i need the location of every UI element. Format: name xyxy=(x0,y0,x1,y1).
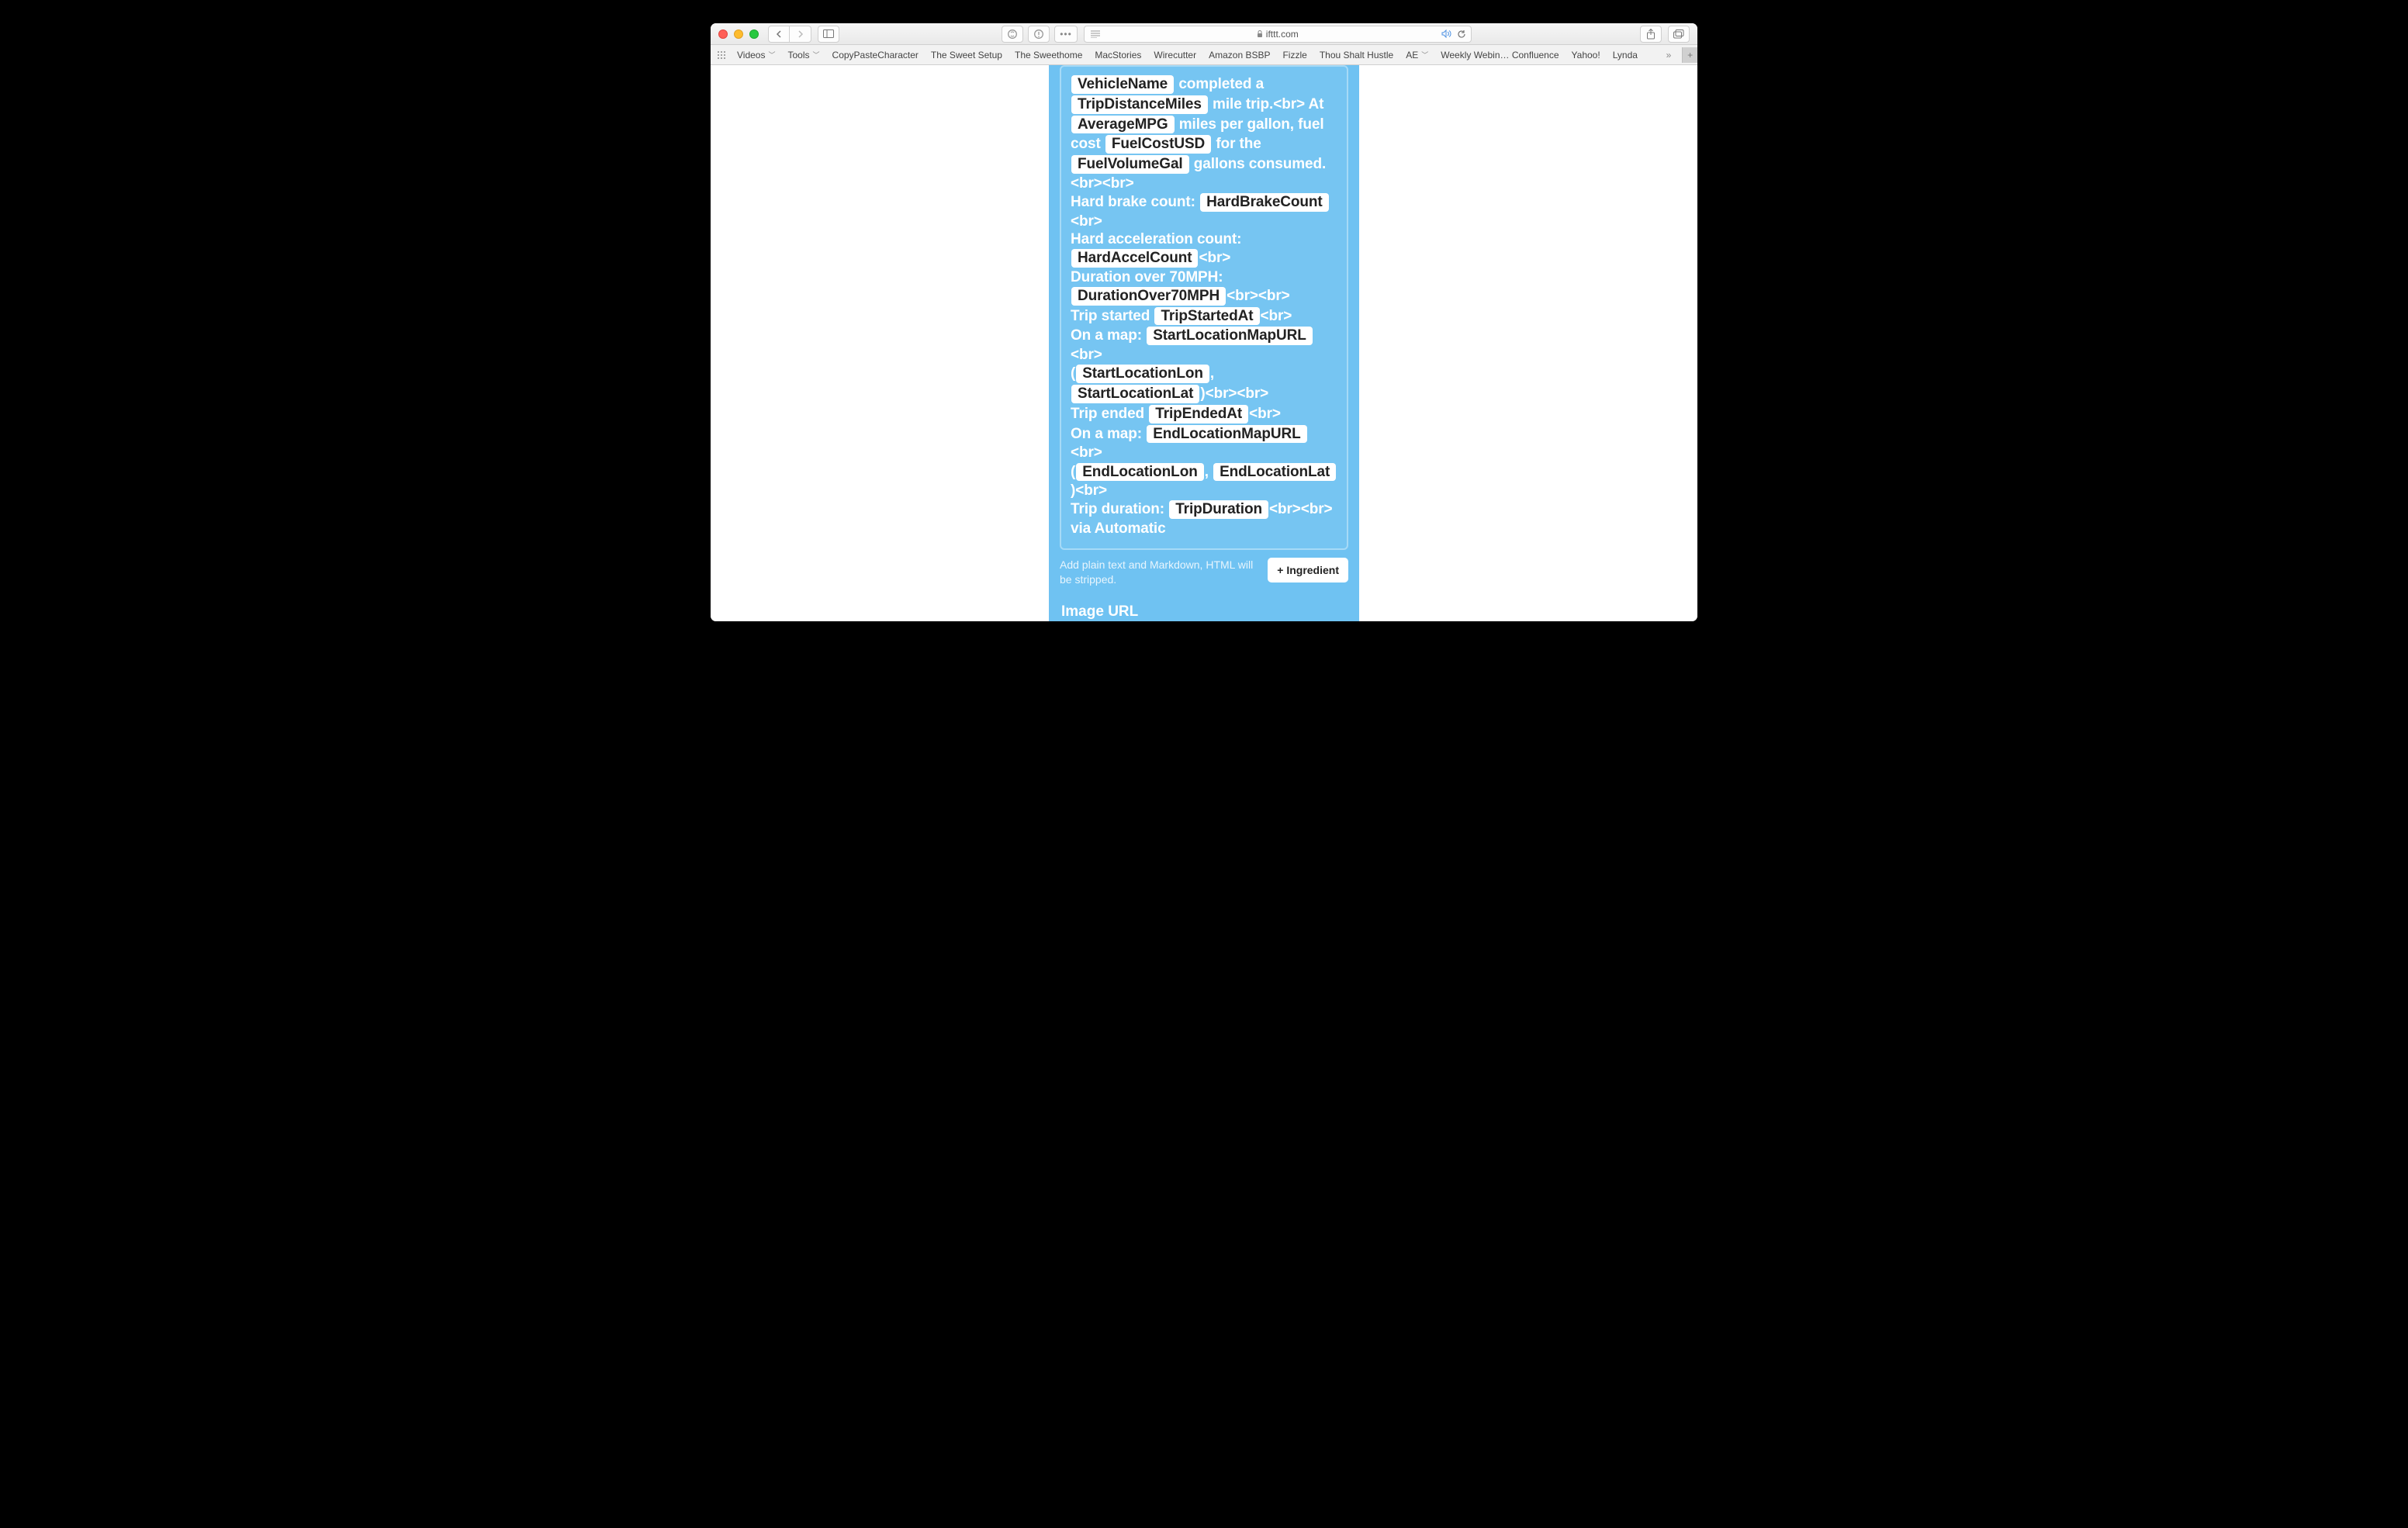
favorite-item[interactable]: Weekly Webin… Confluence xyxy=(1441,50,1559,60)
ingredient-token[interactable]: StartLocationMapURL xyxy=(1147,327,1313,345)
favorite-item[interactable]: Lynda xyxy=(1613,50,1638,60)
add-ingredient-button[interactable]: + Ingredient xyxy=(1268,558,1348,583)
close-button[interactable] xyxy=(718,29,728,39)
favorites-overflow-icon[interactable]: » xyxy=(1666,50,1672,60)
titlebar: ••• ifttt.com xyxy=(711,23,1697,45)
sidebar-button[interactable] xyxy=(818,26,839,43)
helper-text: Add plain text and Markdown, HTML will b… xyxy=(1060,558,1258,586)
favorite-item[interactable]: Tools ﹀ xyxy=(788,50,820,60)
tabs-button[interactable] xyxy=(1668,26,1690,43)
favorite-item[interactable]: Yahoo! xyxy=(1572,50,1600,60)
ext-button-2[interactable] xyxy=(1028,26,1050,43)
favorite-item[interactable]: AE ﹀ xyxy=(1406,50,1428,60)
favorite-item[interactable]: The Sweet Setup xyxy=(931,50,1002,60)
ingredient-token[interactable]: EndLocationLat xyxy=(1213,463,1336,482)
reader-icon[interactable] xyxy=(1091,30,1100,38)
forward-button[interactable] xyxy=(790,26,811,43)
ingredient-token[interactable]: HardBrakeCount xyxy=(1200,193,1329,212)
maximize-button[interactable] xyxy=(749,29,759,39)
ingredient-token[interactable]: DurationOver70MPH xyxy=(1071,287,1226,306)
applet-form-column: VehicleName completed a TripDistanceMile… xyxy=(1049,65,1359,621)
lock-icon xyxy=(1257,30,1263,38)
chevron-down-icon: ﹀ xyxy=(768,50,775,60)
favorite-item[interactable]: CopyPasteCharacter xyxy=(832,50,919,60)
address-bar[interactable]: ifttt.com xyxy=(1084,26,1472,43)
favorite-item[interactable]: Fizzle xyxy=(1282,50,1306,60)
back-button[interactable] xyxy=(768,26,790,43)
favorite-item[interactable]: Amazon BSBP xyxy=(1209,50,1270,60)
chevron-down-icon: ﹀ xyxy=(1421,50,1428,60)
ingredient-token[interactable]: TripStartedAt xyxy=(1154,307,1259,326)
share-button[interactable] xyxy=(1640,26,1662,43)
ingredient-token[interactable]: TripDuration xyxy=(1169,500,1268,519)
ingredient-token[interactable]: StartLocationLat xyxy=(1071,385,1199,403)
ingredient-token[interactable]: AverageMPG xyxy=(1071,116,1175,134)
favorite-item[interactable]: Wirecutter xyxy=(1154,50,1196,60)
message-editor[interactable]: VehicleName completed a TripDistanceMile… xyxy=(1060,65,1348,550)
minimize-button[interactable] xyxy=(734,29,743,39)
ext-button-3[interactable]: ••• xyxy=(1054,26,1078,43)
new-tab-button[interactable]: + xyxy=(1682,47,1697,63)
ext-button-1[interactable] xyxy=(1002,26,1023,43)
ingredient-token[interactable]: TripEndedAt xyxy=(1149,405,1248,423)
url-host: ifttt.com xyxy=(1266,29,1299,40)
ingredient-token[interactable]: StartLocationLon xyxy=(1076,365,1209,383)
ingredient-token[interactable]: EndLocationLon xyxy=(1076,463,1203,482)
image-url-label: Image URL xyxy=(1061,603,1348,621)
favorite-item[interactable]: Videos ﹀ xyxy=(737,50,776,60)
chevron-down-icon: ﹀ xyxy=(813,50,820,60)
reload-button[interactable] xyxy=(1457,29,1466,39)
favorites-grid-icon[interactable] xyxy=(717,50,726,60)
ingredient-token[interactable]: FuelVolumeGal xyxy=(1071,155,1189,174)
ingredient-token[interactable]: VehicleName xyxy=(1071,75,1174,94)
safari-window: ••• ifttt.com xyxy=(711,23,1697,621)
page-content[interactable]: VehicleName completed a TripDistanceMile… xyxy=(711,65,1697,621)
ingredient-token[interactable]: TripDistanceMiles xyxy=(1071,95,1208,114)
nav-buttons xyxy=(768,26,811,43)
traffic-lights xyxy=(718,29,759,39)
favorites-bar: Videos ﹀ Tools ﹀ CopyPasteCharacter The Swe… xyxy=(711,45,1697,65)
ingredient-token[interactable]: HardAccelCount xyxy=(1071,249,1198,268)
audio-icon[interactable] xyxy=(1441,29,1452,39)
ingredient-token[interactable]: FuelCostUSD xyxy=(1105,135,1211,154)
favorite-item[interactable]: The Sweethome xyxy=(1015,50,1082,60)
favorite-item[interactable]: Thou Shalt Hustle xyxy=(1320,50,1393,60)
favorite-item[interactable]: MacStories xyxy=(1095,50,1141,60)
ingredient-token[interactable]: EndLocationMapURL xyxy=(1147,425,1306,444)
